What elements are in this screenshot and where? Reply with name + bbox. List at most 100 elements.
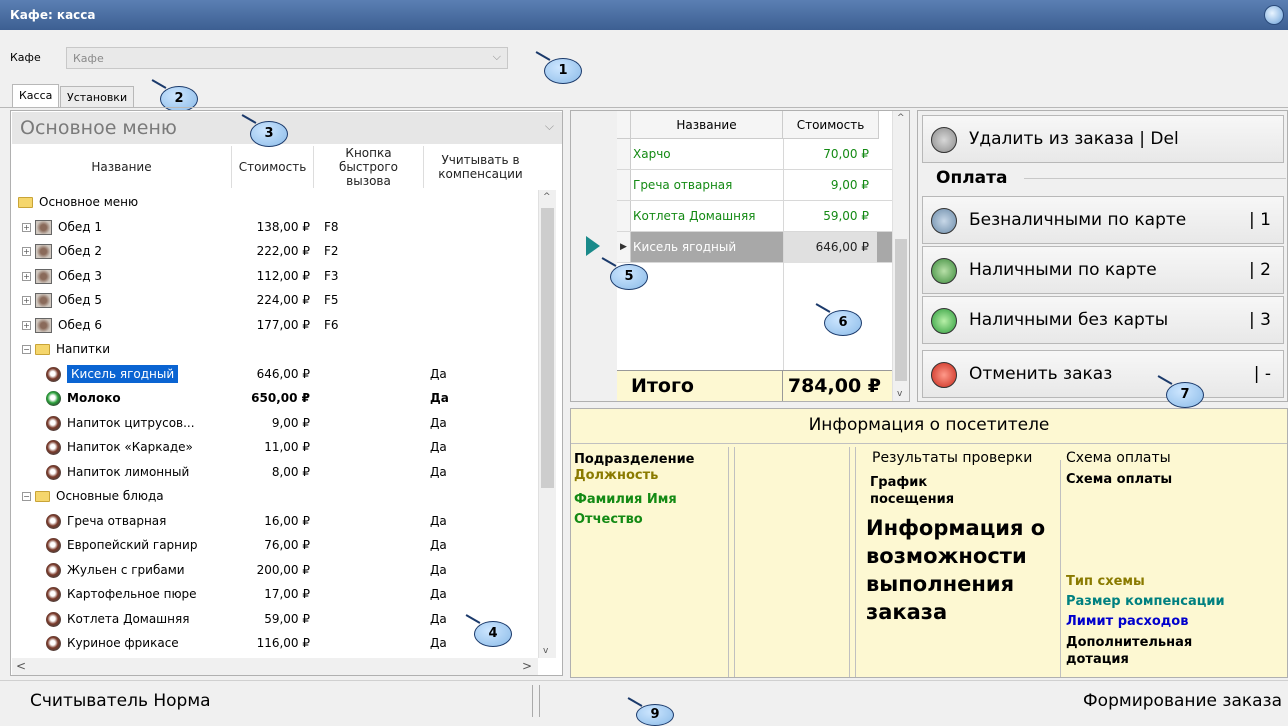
row-indicator [617, 139, 631, 169]
info-col-divider-5 [1060, 460, 1061, 677]
row-name-label: Обед 2 [58, 244, 102, 258]
pay-card-cash-button[interactable]: Наличными по карте | 2 [922, 246, 1284, 294]
status-splitter [532, 685, 540, 717]
scroll-left-icon[interactable]: < [16, 659, 26, 673]
table-row[interactable]: Европейский гарнир 76,00 ₽ Да [12, 533, 537, 558]
check-icon [931, 208, 957, 234]
row-name-cell: Основное меню [12, 190, 232, 214]
col-header-price[interactable]: Стоимость [232, 146, 314, 188]
table-row[interactable]: + Обед 2 222,00 ₽ F2 [12, 239, 537, 264]
cafe-label: Кафе [10, 51, 41, 64]
scroll-down-icon[interactable]: v [543, 646, 548, 656]
scroll-down-icon[interactable]: v [897, 389, 902, 399]
table-row[interactable]: Картофельное пюре 17,00 ₽ Да [12, 582, 537, 607]
row-compensation-cell: Да [430, 538, 447, 552]
set-meal-icon [35, 244, 52, 259]
order-col-divider [783, 139, 784, 370]
delete-from-order-button[interactable]: Удалить из заказа | Del [922, 115, 1284, 163]
row-hotkey-cell: F2 [324, 244, 339, 258]
row-hotkey-cell: F6 [324, 317, 339, 332]
minus-icon [931, 127, 957, 153]
table-row[interactable]: Котлета Домашняя 59,00 ₽ Да [12, 607, 537, 632]
order-vertical-scrollbar[interactable]: ^ v [892, 111, 909, 401]
row-hotkey-cell [316, 533, 424, 557]
cancel-order-button[interactable]: Отменить заказ | - [922, 350, 1284, 398]
cancel-order-key: | - [1253, 364, 1271, 384]
scheme-type-field: Тип схемы [1066, 574, 1145, 589]
collapse-icon[interactable]: − [22, 345, 31, 354]
order-col-price[interactable]: Стоимость [783, 111, 879, 139]
tree-folder-row[interactable]: Основное меню [12, 190, 537, 215]
tab-settings[interactable]: Установки [60, 86, 135, 108]
order-row[interactable]: Греча отварная 9,00 ₽ [617, 170, 892, 201]
order-item-name: Кисель ягодный [633, 240, 737, 254]
window-title: Кафе: касса [10, 8, 96, 22]
col-header-name[interactable]: Название [12, 146, 232, 188]
row-hotkey-cell: F5 [324, 293, 339, 307]
row-price-cell: 200,00 ₽ [256, 562, 310, 577]
expand-icon[interactable]: + [22, 296, 31, 305]
scroll-up-icon[interactable]: ^ [543, 192, 551, 202]
table-row[interactable]: + Обед 5 224,00 ₽ F5 [12, 288, 537, 313]
table-row[interactable]: + Обед 6 177,00 ₽ F6 [12, 313, 537, 338]
row-compensation-cell [427, 288, 537, 312]
menu-vertical-scrollbar[interactable]: ^ v [538, 190, 556, 658]
pay-card-cashless-button[interactable]: Безналичными по карте | 1 [922, 196, 1284, 244]
row-compensation-cell: Да [430, 513, 447, 528]
tree-folder-row[interactable]: − Напитки [12, 337, 537, 362]
table-row[interactable]: Напиток цитрусов... 9,00 ₽ Да [12, 411, 537, 436]
collapse-icon[interactable]: − [22, 492, 31, 501]
table-row[interactable]: Молоко 650,00 ₽ Да [12, 386, 537, 411]
fio-field: Фамилия Имя Отчество [574, 492, 677, 527]
row-compensation-cell [427, 313, 537, 337]
table-row[interactable]: Кисель ягодный 646,00 ₽ Да [12, 362, 537, 387]
menu-select[interactable]: Основное меню ⌵ [12, 112, 562, 144]
row-name-label: Картофельное пюре [67, 587, 197, 601]
table-row[interactable]: Греча отварная 16,00 ₽ Да [12, 509, 537, 534]
row-name-label: Обед 3 [58, 268, 102, 283]
pay-cash-no-card-button[interactable]: Наличными без карты | 3 [922, 296, 1284, 344]
order-item-price: 9,00 ₽ [830, 178, 869, 192]
table-row[interactable]: Напиток «Каркаде» 11,00 ₽ Да [12, 435, 537, 460]
pay-cash-no-card-key: | 3 [1249, 310, 1271, 330]
scroll-up-icon[interactable]: ^ [897, 113, 905, 123]
row-compensation-cell: Да [430, 415, 447, 430]
row-hotkey-cell [316, 558, 424, 582]
row-name-cell: Напиток «Каркаде» [12, 435, 232, 459]
expand-icon[interactable]: + [22, 320, 31, 330]
app-icon[interactable] [1264, 5, 1284, 25]
expand-icon[interactable]: + [22, 247, 31, 256]
col-header-compensation[interactable]: Учитывать в компенсации [424, 146, 537, 188]
expand-icon[interactable]: + [22, 271, 31, 281]
order-row[interactable]: Котлета Домашняя 59,00 ₽ [617, 201, 892, 232]
menu-horizontal-scrollbar[interactable]: < > [12, 658, 538, 675]
scroll-thumb[interactable] [541, 208, 554, 488]
expand-icon[interactable]: + [22, 222, 31, 232]
order-row[interactable]: ▶ Кисель ягодный 646,00 ₽ [617, 232, 892, 263]
set-meal-icon [35, 268, 52, 284]
order-item-name: Котлета Домашняя [633, 209, 756, 223]
callout-2: 2 [160, 86, 198, 112]
order-row[interactable]: Харчо 70,00 ₽ [617, 139, 892, 170]
order-col-name[interactable]: Название [631, 111, 783, 139]
row-name-cell: + Обед 6 [12, 313, 232, 337]
tab-kassa[interactable]: Касса [12, 84, 60, 108]
table-row[interactable]: Куриное фрикасе 116,00 ₽ Да [12, 631, 537, 656]
row-hotkey-cell [316, 386, 424, 410]
tree-folder-row[interactable]: − Основные блюда [12, 484, 537, 509]
scroll-right-icon[interactable]: > [522, 659, 532, 673]
chevron-down-icon: ⌵ [544, 119, 554, 133]
table-row[interactable]: Жульен с грибами 200,00 ₽ Да [12, 558, 537, 583]
table-row[interactable]: + Обед 3 112,00 ₽ F3 [12, 264, 537, 289]
cafe-select[interactable]: Кафе ⌵ [66, 47, 508, 69]
table-row[interactable]: Напиток лимонный 8,00 ₽ Да [12, 460, 537, 485]
table-row[interactable]: + Обед 1 138,00 ₽ F8 [12, 215, 537, 240]
cancel-order-label: Отменить заказ [969, 364, 1113, 384]
order-item-name: Греча отварная [633, 178, 733, 192]
set-meal-icon [35, 317, 52, 333]
col-header-hotkey[interactable]: Кнопка быстрого вызова [314, 146, 424, 188]
row-price-cell [234, 190, 314, 214]
row-compensation-cell: Да [430, 366, 447, 381]
scroll-thumb[interactable] [895, 239, 907, 381]
check-results-title: Результаты проверки [872, 450, 1033, 466]
